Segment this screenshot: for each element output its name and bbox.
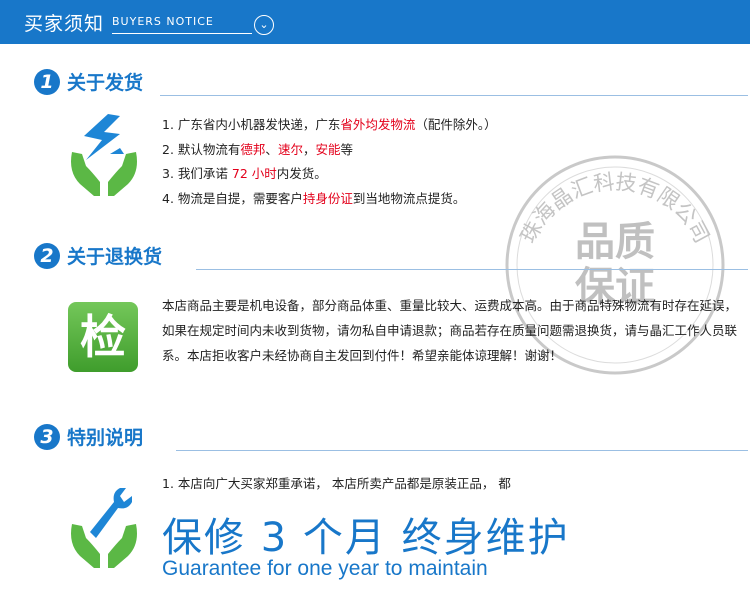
highlight-text: 持身份证 <box>302 190 353 206</box>
svg-text:品质: 品质 <box>575 219 655 265</box>
shipping-list: 1. 广东省内小机器发快递，广东省外均发物流（配件除外。） 2. 默认物流有德邦、… <box>162 113 497 211</box>
item-text: 、 <box>265 141 278 157</box>
divider <box>160 95 748 96</box>
item-text: 3. 我们承诺 <box>162 166 232 181</box>
lightning-hands-icon <box>71 114 137 196</box>
special-note-text: 1. 本店向广大买家郑重承诺， 本店所卖产品都是原装正品， 都 <box>162 476 511 491</box>
item-text: ， <box>302 141 316 157</box>
highlight-text: 速尔 <box>277 141 303 157</box>
highlight-text: 德邦 <box>240 141 266 157</box>
section-number-3: 3 <box>34 424 60 450</box>
chevron-down-icon: ⌄ <box>254 15 274 35</box>
item-text: 内发货。 <box>276 166 327 181</box>
item-text: （配件除外。） <box>415 117 497 132</box>
special-note-line: 1. 本店向广大买家郑重承诺， 本店所卖产品都是原装正品， 都 <box>162 472 511 496</box>
item-text: 到当地物流点提货。 <box>352 190 466 206</box>
header-title-en: BUYERS NOTICE <box>112 15 252 34</box>
shipping-item-3: 3. 我们承诺 72 小时内发货。 <box>162 162 497 187</box>
header-bar: 买家须知 BUYERS NOTICE ⌄ <box>0 0 750 44</box>
warranty-headline: 保修 3 个月 终身维护 <box>162 515 570 561</box>
highlight-text: 省外均发物流 <box>340 117 416 132</box>
section-title-shipping: 关于发货 <box>67 72 144 94</box>
section-title-special: 特别说明 <box>67 427 144 449</box>
divider <box>196 269 748 270</box>
divider <box>176 450 748 451</box>
returns-paragraph: 本店商品主要是机电设备，部分商品体重、重量比较大、运费成本高。由于商品特殊物流有… <box>162 298 738 363</box>
inspection-badge-icon: 检 <box>68 302 138 372</box>
shipping-item-1: 1. 广东省内小机器发快递，广东省外均发物流（配件除外。） <box>162 113 497 138</box>
shipping-item-4: 4. 物流是自提，需要客户持身份证到当地物流点提货。 <box>162 187 497 212</box>
highlight-text: 72 小时 <box>231 166 277 181</box>
item-text: 4. 物流是自提，需要客户 <box>162 190 303 206</box>
section-number-2: 2 <box>34 243 60 269</box>
section-number-1: 1 <box>34 69 60 95</box>
wrench-hands-icon <box>71 488 137 568</box>
section-title-returns: 关于退换货 <box>67 246 163 268</box>
highlight-text: 安能 <box>315 141 341 157</box>
shipping-item-2: 2. 默认物流有德邦、速尔，安能等 <box>162 138 497 163</box>
item-text: 1. 广东省内小机器发快递，广东 <box>162 117 341 132</box>
warranty-headline-en: Guarantee for one year to maintain <box>162 557 488 580</box>
item-text: 2. 默认物流有 <box>162 141 241 157</box>
header-title-zh: 买家须知 <box>24 13 105 35</box>
item-text: 等 <box>340 141 353 157</box>
